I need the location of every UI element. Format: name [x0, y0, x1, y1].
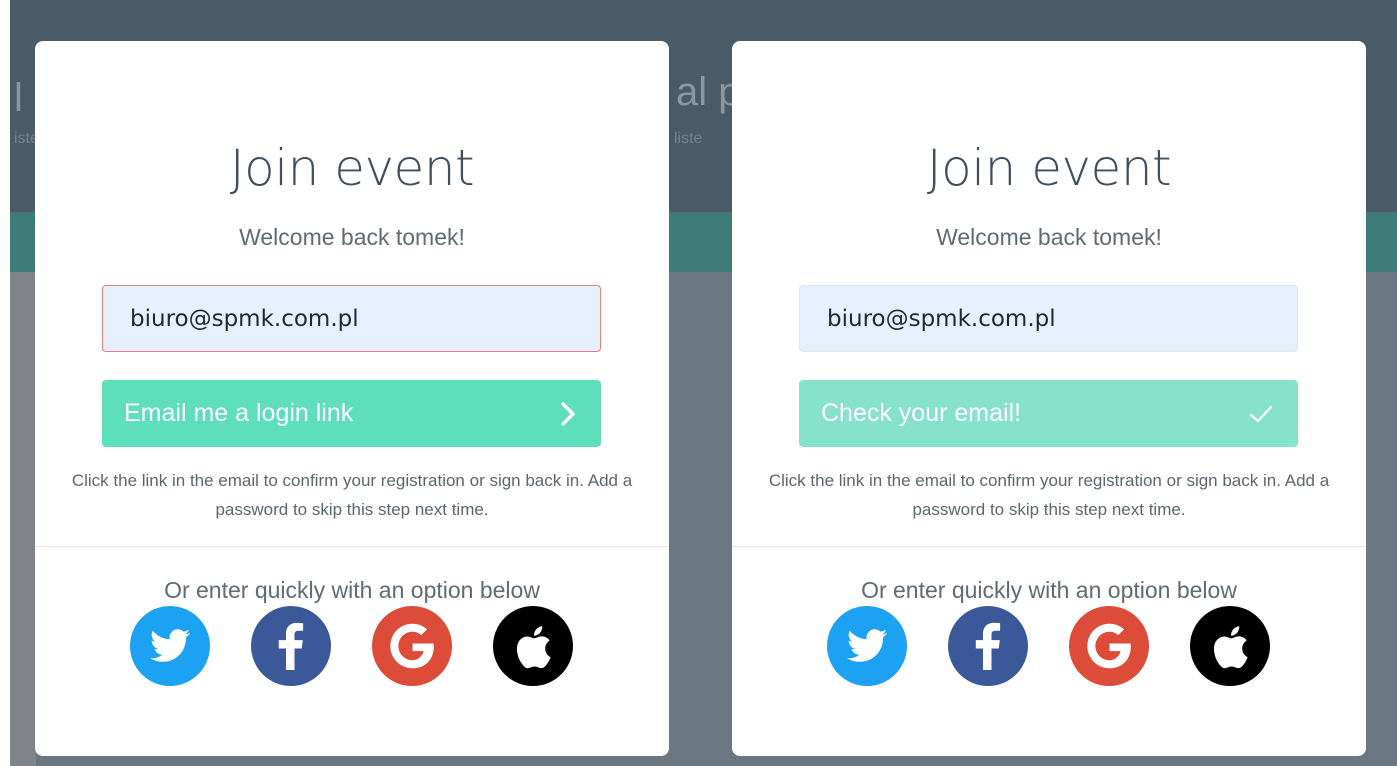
twitter-icon: [130, 606, 210, 686]
facebook-icon: [948, 606, 1028, 686]
email-input[interactable]: [799, 285, 1298, 352]
twitter-login-button[interactable]: [130, 606, 210, 686]
background-photo: [10, 272, 36, 766]
modal-title: Join event: [229, 139, 475, 197]
facebook-icon: [251, 606, 331, 686]
facebook-login-button[interactable]: [948, 606, 1028, 686]
google-login-button[interactable]: [1069, 606, 1149, 686]
apple-login-button[interactable]: [493, 606, 573, 686]
alternate-login-text: Or enter quickly with an option below: [164, 577, 540, 603]
button-label: Check your email!: [821, 399, 1022, 427]
google-icon: [372, 606, 452, 686]
apple-login-button[interactable]: [1190, 606, 1270, 686]
join-event-modal: Join event Welcome back tomek! Email me …: [35, 41, 669, 756]
email-input[interactable]: [102, 285, 601, 352]
divider: [35, 546, 669, 547]
google-login-button[interactable]: [372, 606, 452, 686]
modal-title: Join event: [926, 139, 1172, 197]
chevron-right-icon: [561, 402, 575, 426]
check-email-button[interactable]: Check your email!: [799, 380, 1298, 447]
alternate-login-text: Or enter quickly with an option below: [861, 577, 1237, 603]
background-title-fragment: al p: [676, 70, 741, 114]
join-event-modal-confirmed: Join event Welcome back tomek! Check you…: [732, 41, 1366, 756]
button-label: Email me a login link: [124, 399, 354, 427]
google-icon: [1069, 606, 1149, 686]
twitter-login-button[interactable]: [827, 606, 907, 686]
login-hint-text: Click the link in the email to confirm y…: [768, 471, 1330, 519]
welcome-message: Welcome back tomek!: [239, 224, 465, 250]
divider: [732, 546, 1366, 547]
apple-icon: [493, 606, 573, 686]
background-subtitle-fragment: liste: [674, 130, 703, 147]
twitter-icon: [827, 606, 907, 686]
email-login-link-button[interactable]: Email me a login link: [102, 380, 601, 447]
welcome-message: Welcome back tomek!: [936, 224, 1162, 250]
login-hint-text: Click the link in the email to confirm y…: [71, 471, 633, 519]
facebook-login-button[interactable]: [251, 606, 331, 686]
apple-icon: [1190, 606, 1270, 686]
checkmark-icon: [1249, 405, 1273, 423]
